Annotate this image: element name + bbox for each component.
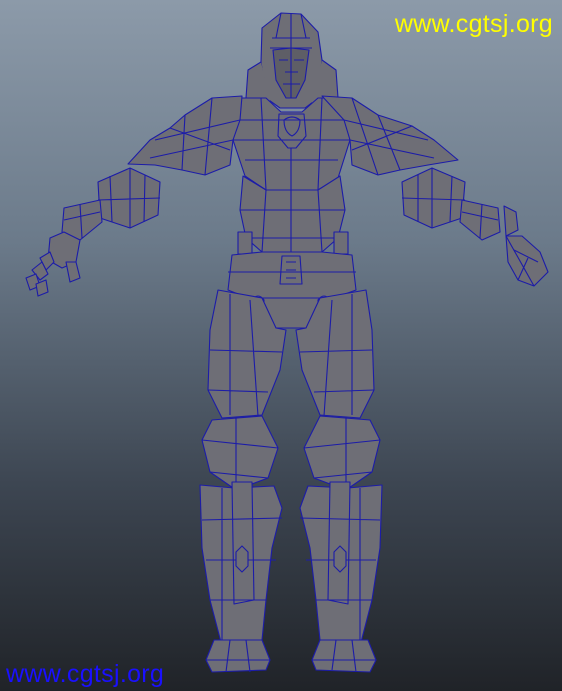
watermark-bottom: www.cgtsj.org <box>6 660 165 688</box>
left-arm <box>61 167 161 241</box>
left-boot <box>205 639 271 673</box>
left-shoulder-pad <box>127 95 243 176</box>
right-boot <box>311 639 377 673</box>
left-knee-guard <box>201 415 279 491</box>
armored-character-wireframe-model[interactable] <box>0 0 562 691</box>
left-hand <box>25 231 81 297</box>
chest-armor <box>232 97 351 191</box>
watermark-top: www.cgtsj.org <box>394 10 553 38</box>
right-shin-guard <box>299 481 383 647</box>
left-shin-guard <box>199 481 283 647</box>
helmet <box>245 12 339 111</box>
right-knee-guard <box>303 415 381 491</box>
right-arm <box>401 167 519 241</box>
modeling-viewport[interactable]: www.cgtsj.org www.cgtsj.org <box>0 0 562 691</box>
right-hand <box>505 235 549 287</box>
